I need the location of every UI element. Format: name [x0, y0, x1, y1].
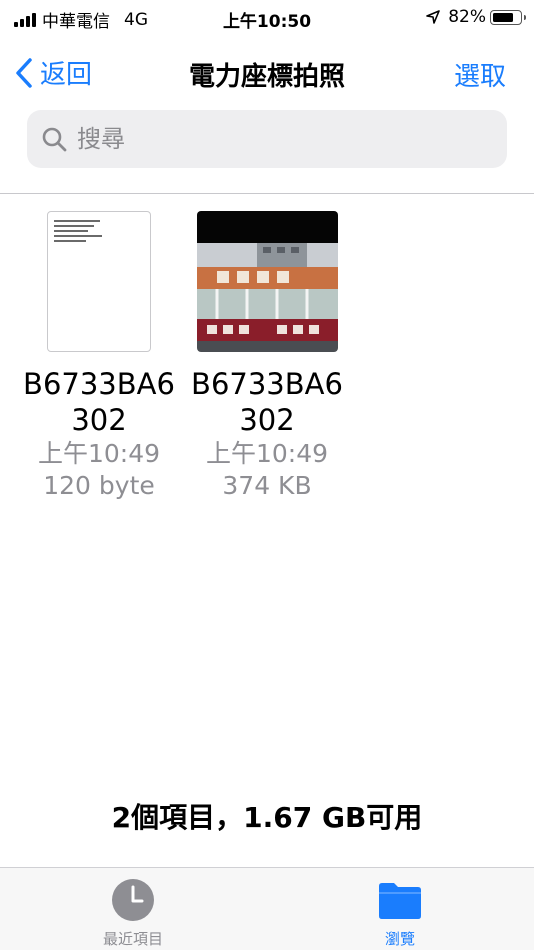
tab-recents-label: 最近項目 [102, 930, 163, 948]
tab-recents[interactable]: 最近項目 [63, 878, 203, 949]
search-input[interactable] [77, 125, 477, 153]
tab-browse[interactable]: 瀏覽 [330, 878, 470, 949]
file-item-document[interactable]: B6733BA6302 上午10:49 120 byte [14, 210, 184, 502]
folder-icon [379, 883, 421, 919]
image-thumbnail [196, 210, 338, 352]
search-bar[interactable] [27, 110, 507, 168]
clock-icon [112, 879, 154, 921]
battery-icon [490, 9, 526, 25]
tab-browse-label: 瀏覽 [384, 930, 415, 948]
status-bar: 中華電信 4G 上午10:50 82% [0, 0, 534, 36]
location-arrow-icon [426, 10, 441, 24]
storage-summary: 2個項目，1.67 GB可用 [111, 801, 423, 834]
select-button[interactable]: 選取 [454, 56, 506, 93]
file-item-image[interactable]: B6733BA6302 上午10:49 374 KB [182, 210, 352, 502]
files-app-screen: 中華電信 4G 上午10:50 82% 返回 電力座標拍照 選取 搜尋 B673… [0, 0, 534, 950]
file-time: 上午10:49 [37, 439, 161, 468]
status-right: 82% [426, 7, 526, 27]
file-size: 374 KB [222, 471, 312, 500]
file-name: B6733BA6302 [191, 367, 343, 437]
file-name: B6733BA6302 [23, 367, 175, 437]
file-size: 120 byte [43, 471, 155, 500]
battery-fill [493, 12, 513, 22]
divider [0, 193, 534, 194]
search-icon [42, 127, 67, 152]
navigation-bar: 返回 電力座標拍照 選取 [0, 44, 534, 100]
file-time: 上午10:49 [205, 439, 329, 468]
tab-bar: 最近項目 瀏覽 [0, 867, 534, 950]
battery-percent: 82% [448, 7, 486, 27]
document-thumbnail [47, 210, 151, 352]
